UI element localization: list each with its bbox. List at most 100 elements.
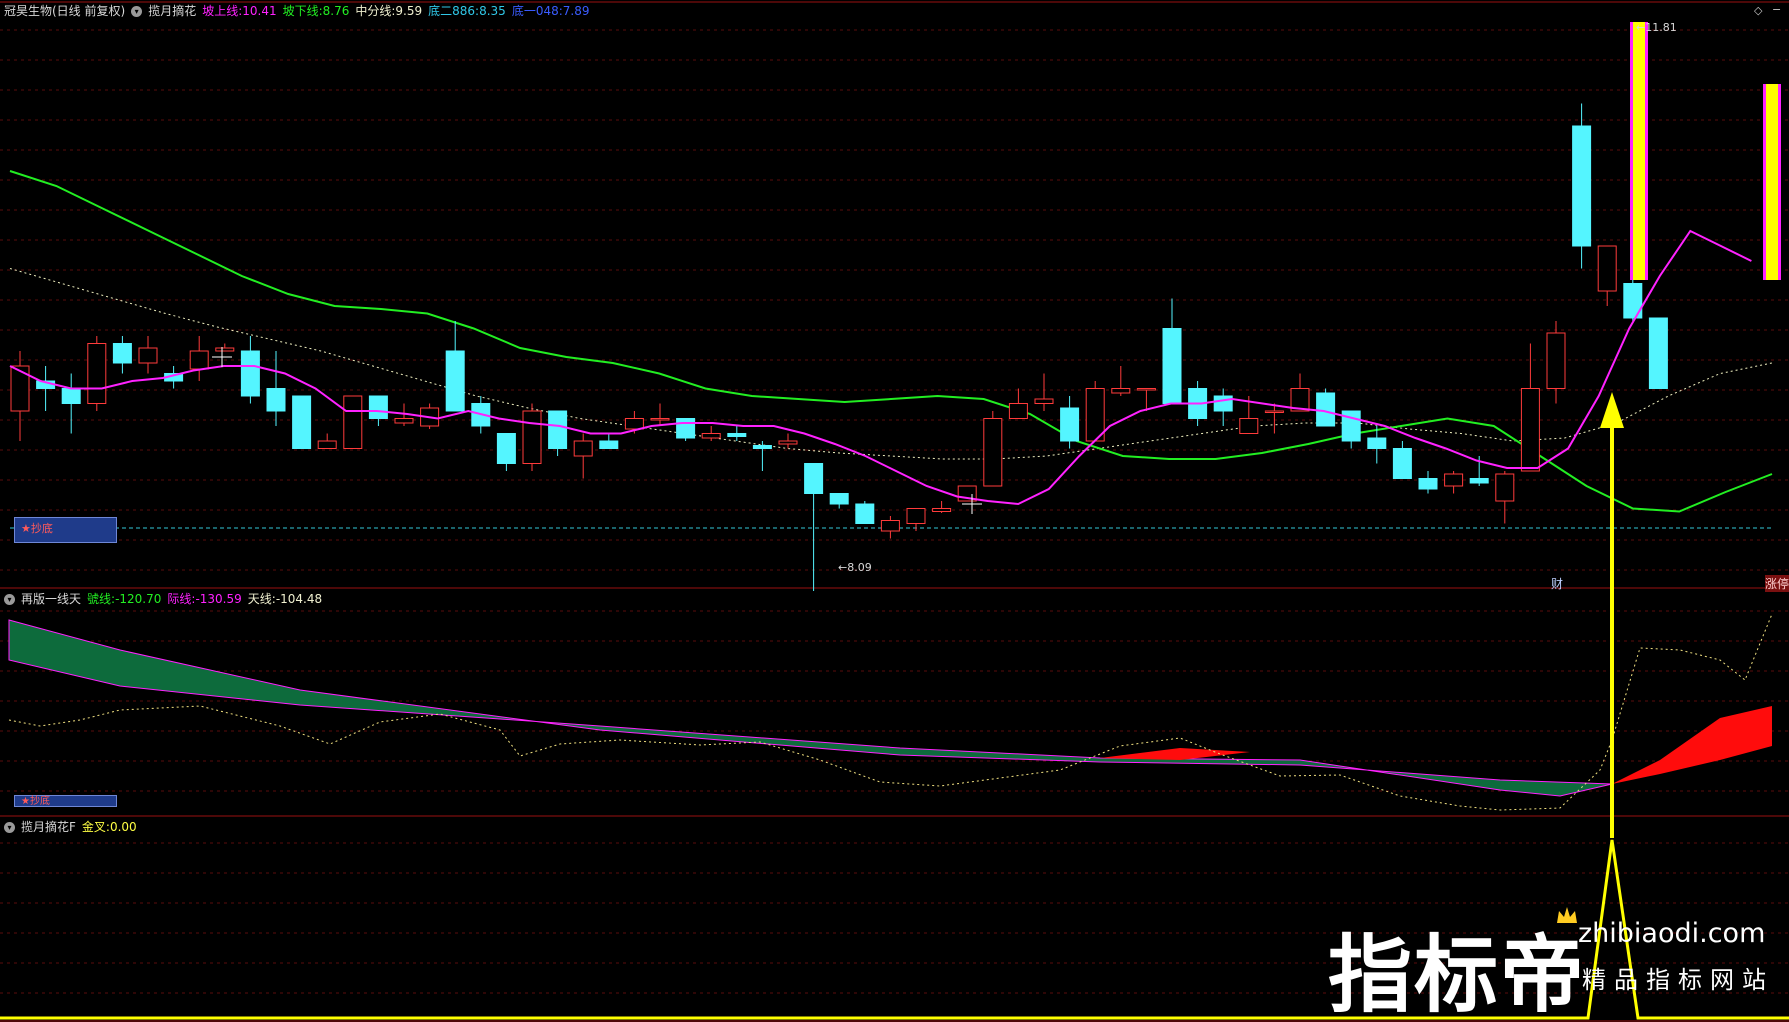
candle-up[interactable] [1136, 388, 1156, 391]
grid-lines [0, 29, 1789, 994]
candle-up[interactable] [215, 347, 235, 352]
low-price-value: 8.09 [847, 561, 872, 574]
candle-down[interactable] [445, 350, 465, 412]
signal-panel-header: ▾ 揽月摘花F 金叉:0.00 [0, 816, 143, 838]
gold-cross-value: 0.00 [109, 820, 137, 834]
finance-marker[interactable]: 财 [1551, 575, 1563, 592]
window-minimize-icon[interactable]: − [1772, 3, 1781, 16]
candle-down[interactable] [1213, 395, 1233, 412]
main-price-panel[interactable] [9, 22, 1781, 592]
candle-down[interactable] [727, 433, 747, 437]
candle-up[interactable] [1495, 473, 1515, 502]
candle-up[interactable] [1546, 332, 1566, 389]
candle-down[interactable] [240, 350, 260, 397]
candle-up[interactable] [778, 440, 798, 445]
line1-value: -120.70 [115, 592, 162, 606]
candle-up[interactable] [10, 365, 30, 412]
candle-up[interactable] [906, 508, 926, 524]
candle-down[interactable] [61, 388, 81, 404]
high-price-label: ←11.81 [1636, 21, 1677, 34]
indicator-name-2[interactable]: 再版一线天 [21, 592, 81, 606]
candlestick-series[interactable] [10, 103, 1668, 592]
candle-down[interactable] [112, 343, 132, 364]
candle-up[interactable] [394, 418, 414, 424]
candle-up[interactable] [1264, 410, 1284, 413]
candle-down[interactable] [1392, 448, 1412, 479]
bottom1-value: 7.89 [562, 4, 590, 18]
candle-down[interactable] [1367, 437, 1387, 449]
candle-down[interactable] [1162, 328, 1182, 404]
candle-up[interactable] [1520, 388, 1540, 472]
candle-up[interactable] [522, 410, 542, 464]
oscillator-panel[interactable] [8, 613, 1773, 811]
candle-up[interactable] [1239, 418, 1259, 434]
bottom1-label: 底一048: [511, 4, 563, 18]
line1-label: 號线: [87, 592, 116, 606]
line2-label: 际线: [167, 592, 196, 606]
candle-up[interactable] [624, 418, 644, 430]
line3-value: -104.48 [275, 592, 323, 606]
bottom-signal-box-2[interactable]: ★抄底 [14, 795, 117, 807]
candle-up[interactable] [983, 418, 1003, 487]
bottom-signal-box[interactable]: ★抄底 [14, 517, 117, 543]
candle-up[interactable] [317, 440, 337, 449]
candle-down[interactable] [1316, 392, 1336, 427]
main-panel-header: 冠昊生物(日线 前复权) ▾ 揽月摘花 坡上线:10.41 坡下线:8.76 中分线:9.… [0, 0, 595, 22]
candle-up[interactable] [1111, 388, 1131, 394]
chevron-down-icon[interactable]: ▾ [4, 594, 15, 605]
candle-down[interactable] [1469, 478, 1489, 484]
candle-down[interactable] [266, 388, 286, 412]
candle-down[interactable] [804, 463, 824, 494]
gold-cross-label: 金叉: [81, 820, 110, 834]
limit-up-marker[interactable]: 涨停 [1765, 575, 1789, 592]
candle-up[interactable] [880, 520, 900, 532]
candle-up[interactable] [932, 508, 952, 512]
watermark-logo-text: 指标帝 [1328, 926, 1587, 1022]
candle-down[interactable] [599, 440, 619, 449]
candle-down[interactable] [496, 433, 516, 464]
candle-down[interactable] [855, 503, 875, 524]
candle-up[interactable] [1034, 398, 1054, 404]
cross-markers [212, 347, 982, 514]
candle-up[interactable] [701, 433, 721, 439]
signal-bar-inner [1766, 84, 1778, 280]
candle-up[interactable] [138, 347, 158, 364]
panel-dividers [0, 1, 1789, 1022]
bottom2-value: 8.35 [479, 4, 506, 18]
candle-down[interactable] [1648, 317, 1668, 389]
candle-down[interactable] [548, 410, 568, 449]
chart-canvas[interactable] [0, 0, 1789, 1022]
chevron-down-icon[interactable]: ▾ [4, 822, 15, 833]
watermark-subtitle: 精品指标网站 [1582, 966, 1774, 994]
candle-up[interactable] [650, 418, 670, 421]
candle-down[interactable] [752, 445, 772, 449]
candle-up[interactable] [87, 343, 107, 404]
candle-up[interactable] [1444, 473, 1464, 487]
window-restore-icon[interactable]: ◇ [1754, 4, 1762, 17]
bottom2-label: 底二886: [428, 4, 480, 18]
candle-down[interactable] [676, 418, 696, 439]
line2-value: -130.59 [195, 592, 242, 606]
candle-down[interactable] [829, 493, 849, 505]
stock-title[interactable]: 冠昊生物(日线 前复权) [4, 4, 125, 18]
candle-down[interactable] [1418, 478, 1438, 490]
arrow-left-icon: ← [1636, 21, 1646, 34]
candle-up[interactable] [573, 440, 593, 457]
candle-down[interactable] [292, 395, 312, 449]
candle-down[interactable] [1060, 407, 1080, 442]
candle-up[interactable] [1597, 245, 1617, 292]
indicator-name[interactable]: 揽月摘花 [148, 4, 196, 18]
candle-up[interactable] [343, 395, 363, 449]
low-price-label: ←8.09 [838, 561, 872, 574]
watermark-url: zhibiaodi.com [1578, 918, 1766, 949]
candle-down[interactable] [368, 395, 388, 419]
ma-green-line [9, 170, 1773, 513]
indicator-name-3[interactable]: 揽月摘花F [21, 820, 76, 834]
chevron-down-icon[interactable]: ▾ [131, 6, 143, 17]
mid-line-value: 9.59 [395, 4, 423, 18]
stock-chart-window: 冠昊生物(日线 前复权) ▾ 揽月摘花 坡上线:10.41 坡下线:8.76 中分线:9.… [0, 0, 1789, 1022]
candle-down[interactable] [1572, 125, 1592, 247]
candle-up[interactable] [1008, 403, 1028, 419]
candle-up[interactable] [189, 350, 209, 370]
red-band [1100, 748, 1250, 760]
